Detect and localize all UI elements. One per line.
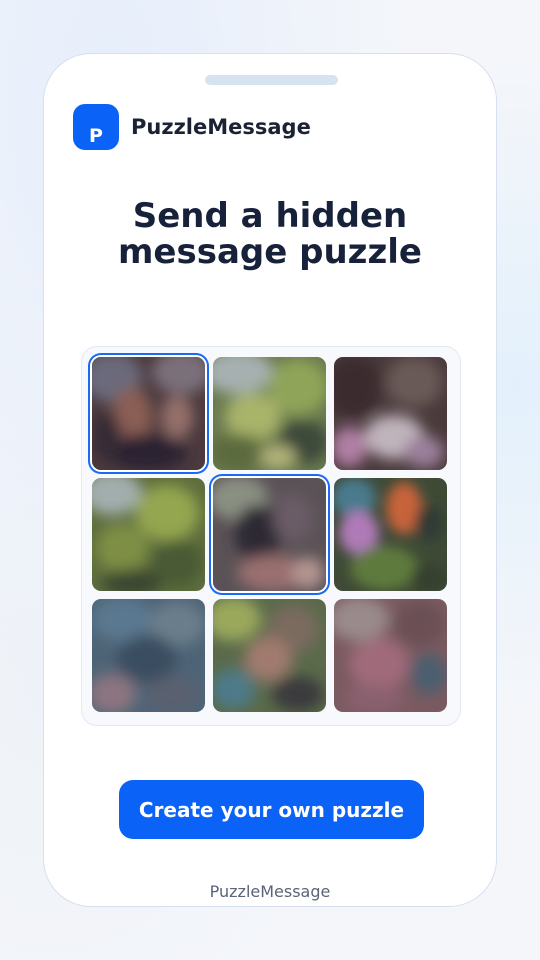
puzzle-tile-2[interactable] xyxy=(213,357,326,470)
puzzle-grid xyxy=(81,346,461,726)
phone-frame: P PuzzleMessage Send a hidden message pu… xyxy=(43,53,497,907)
puzzle-tile-6[interactable] xyxy=(334,478,447,591)
app-header: P PuzzleMessage xyxy=(73,104,311,150)
page-title-line-1: Send a hidden xyxy=(132,196,408,236)
puzzle-tile-7[interactable] xyxy=(92,599,205,712)
puzzle-tile-8[interactable] xyxy=(213,599,326,712)
app-name: PuzzleMessage xyxy=(131,115,311,139)
puzzle-tile-9[interactable] xyxy=(334,599,447,712)
puzzle-tile-3[interactable] xyxy=(334,357,447,470)
page-title-line-2: message puzzle xyxy=(118,232,422,272)
app-logo: P xyxy=(73,104,119,150)
app-logo-letter: P xyxy=(89,125,103,147)
puzzle-tile-1[interactable] xyxy=(92,357,205,470)
create-puzzle-button[interactable]: Create your own puzzle xyxy=(119,780,424,839)
page-title: Send a hidden message puzzle xyxy=(44,198,496,270)
puzzle-tile-5[interactable] xyxy=(213,478,326,591)
puzzle-tile-4[interactable] xyxy=(92,478,205,591)
footer-brand: PuzzleMessage xyxy=(209,882,331,901)
phone-notch xyxy=(205,75,338,85)
